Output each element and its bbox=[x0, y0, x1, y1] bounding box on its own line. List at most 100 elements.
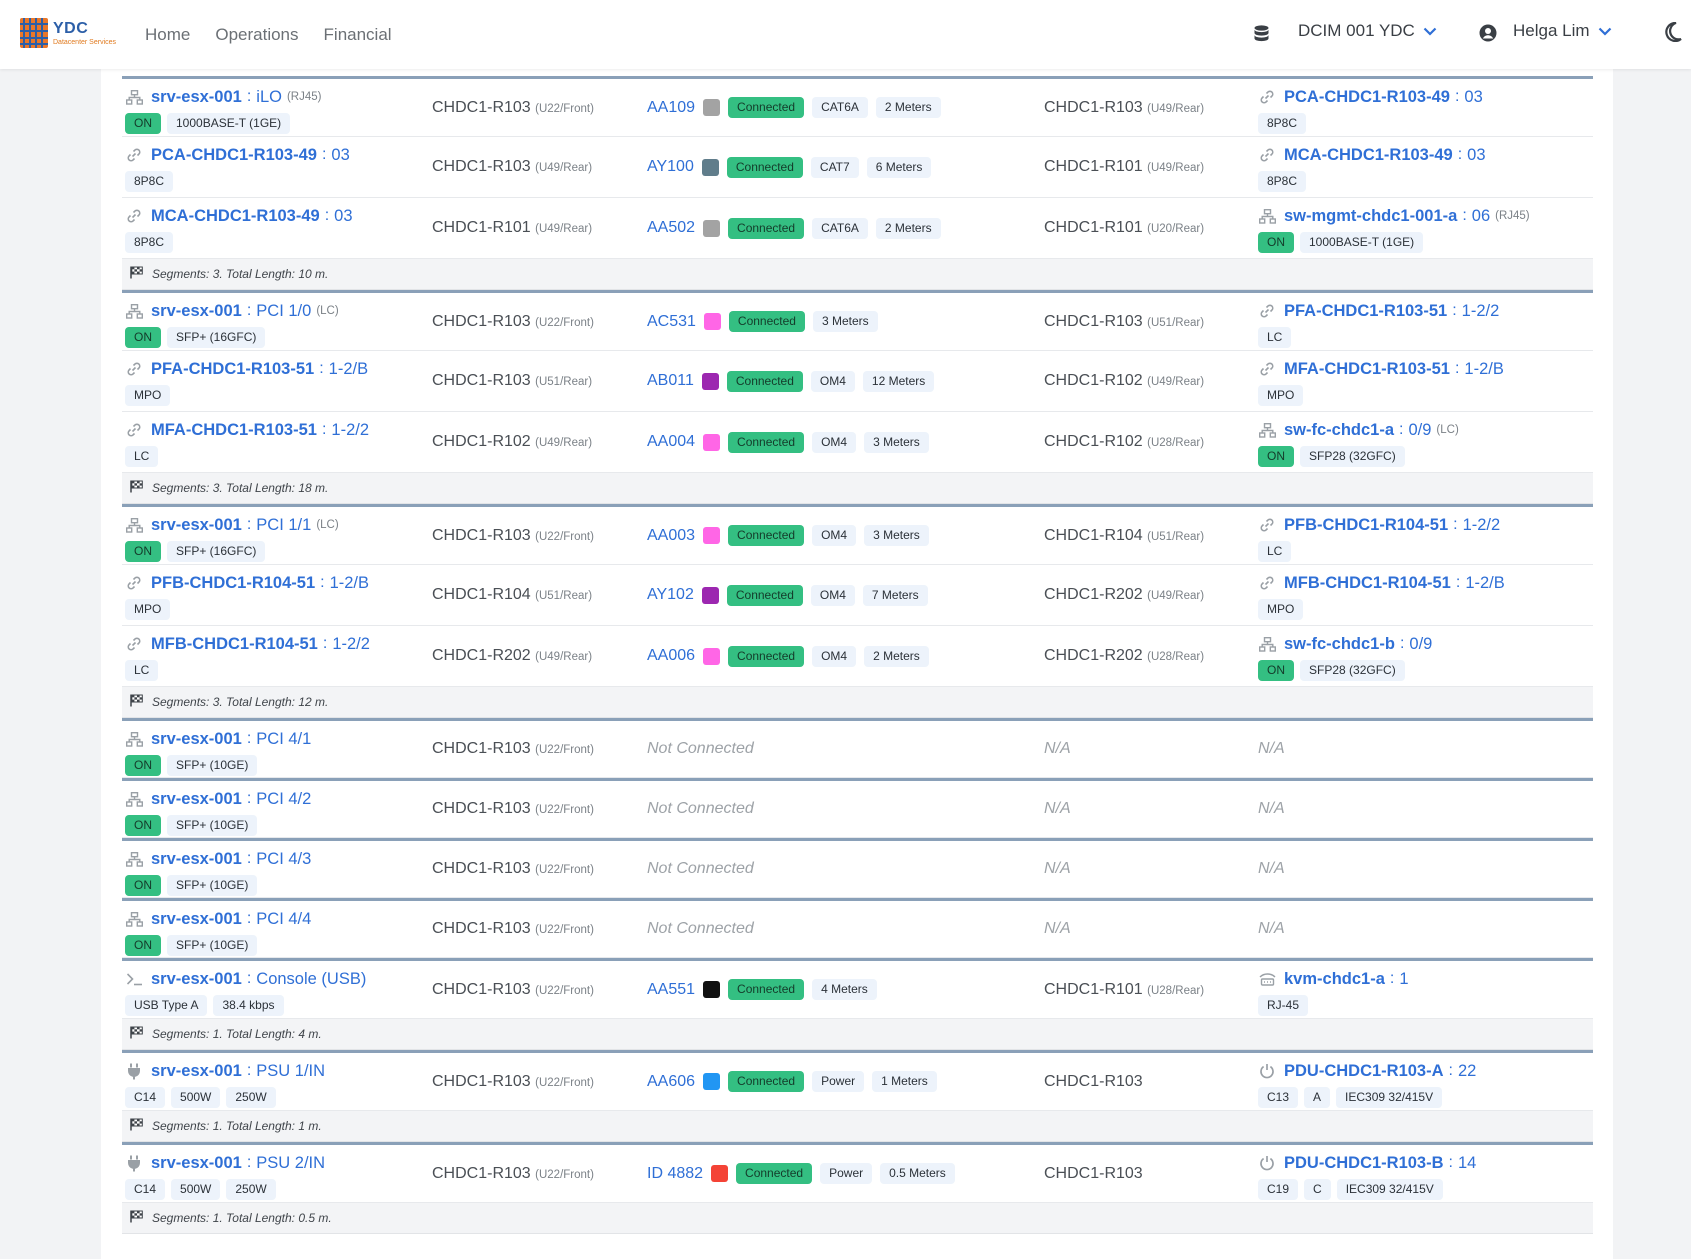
rack-location[interactable]: CHDC1-R103 (U51/Rear) bbox=[432, 372, 592, 390]
port-link[interactable]: PCI 1/1 bbox=[256, 516, 311, 535]
port-link[interactable]: 1-2/2 bbox=[332, 635, 370, 654]
device-link[interactable]: PFB-CHDC1-R104-51 bbox=[151, 574, 315, 593]
port-link[interactable]: 0/9 bbox=[1409, 635, 1432, 654]
cable-id-link[interactable]: AA004 bbox=[647, 433, 695, 451]
rack-location[interactable]: CHDC1-R104 (U51/Rear) bbox=[1044, 527, 1204, 545]
port-link[interactable]: 1-2/B bbox=[330, 574, 369, 593]
device-link[interactable]: srv-esx-001 bbox=[151, 910, 242, 929]
rack-location[interactable]: CHDC1-R102 (U49/Rear) bbox=[1044, 372, 1204, 390]
device-link[interactable]: PCA-CHDC1-R103-49 bbox=[151, 146, 317, 165]
device-link[interactable]: srv-esx-001 bbox=[151, 88, 242, 107]
rack-location[interactable]: CHDC1-R102 (U49/Rear) bbox=[432, 433, 592, 451]
device-link[interactable]: srv-esx-001 bbox=[151, 850, 242, 869]
port-link[interactable]: 1-2/B bbox=[1465, 574, 1504, 593]
device-link[interactable]: srv-esx-001 bbox=[151, 730, 242, 749]
rack-location[interactable]: CHDC1-R103 (U49/Rear) bbox=[1044, 99, 1204, 117]
device-link[interactable]: PCA-CHDC1-R103-49 bbox=[1284, 88, 1450, 107]
port-link[interactable]: iLO bbox=[256, 88, 282, 107]
rack-location[interactable]: CHDC1-R103 (U22/Front) bbox=[432, 981, 594, 999]
device-link[interactable]: PDU-CHDC1-R103-B bbox=[1284, 1154, 1444, 1173]
port-link[interactable]: 03 bbox=[1464, 88, 1482, 107]
rack-location[interactable]: CHDC1-R103 (U51/Rear) bbox=[1044, 313, 1204, 331]
cable-id-link[interactable]: AA109 bbox=[647, 99, 695, 117]
cable-id-link[interactable]: AA006 bbox=[647, 647, 695, 665]
device-link[interactable]: MFB-CHDC1-R104-51 bbox=[1284, 574, 1451, 593]
cable-id-link[interactable]: AY102 bbox=[647, 586, 694, 604]
cable-id-link[interactable]: AA502 bbox=[647, 219, 695, 237]
device-link[interactable]: MCA-CHDC1-R103-49 bbox=[151, 207, 320, 226]
cable-id-link[interactable]: AA606 bbox=[647, 1073, 695, 1091]
rack-location[interactable]: CHDC1-R103 (U22/Front) bbox=[432, 527, 594, 545]
rack-location[interactable]: CHDC1-R104 (U51/Rear) bbox=[432, 586, 592, 604]
rack-location[interactable]: CHDC1-R103 bbox=[1044, 1165, 1143, 1183]
cable-id-link[interactable]: ID 4882 bbox=[647, 1165, 703, 1183]
port-link[interactable]: 1-2/2 bbox=[1462, 302, 1500, 321]
port-link[interactable]: 14 bbox=[1458, 1154, 1476, 1173]
nav-home[interactable]: Home bbox=[145, 25, 190, 45]
rack-location[interactable]: CHDC1-R103 (U22/Front) bbox=[432, 740, 594, 758]
cable-id-link[interactable]: AA551 bbox=[647, 981, 695, 999]
rack-location[interactable]: CHDC1-R103 (U22/Front) bbox=[432, 1165, 594, 1183]
nav-financial[interactable]: Financial bbox=[324, 25, 392, 45]
rack-location[interactable]: CHDC1-R103 (U22/Front) bbox=[432, 920, 594, 938]
rack-location[interactable]: CHDC1-R202 (U49/Rear) bbox=[432, 647, 592, 665]
port-link[interactable]: PCI 1/0 bbox=[256, 302, 311, 321]
port-link[interactable]: PCI 4/3 bbox=[256, 850, 311, 869]
device-link[interactable]: PFA-CHDC1-R103-51 bbox=[1284, 302, 1447, 321]
device-link[interactable]: MFB-CHDC1-R104-51 bbox=[151, 635, 318, 654]
device-link[interactable]: srv-esx-001 bbox=[151, 302, 242, 321]
device-link[interactable]: PFA-CHDC1-R103-51 bbox=[151, 360, 314, 379]
port-link[interactable]: PCI 4/4 bbox=[256, 910, 311, 929]
brand-logo[interactable]: YDC Datacenter Services bbox=[20, 18, 116, 48]
cable-id-link[interactable]: AB011 bbox=[647, 372, 694, 390]
port-link[interactable]: 0/9 bbox=[1408, 421, 1431, 440]
rack-location[interactable]: CHDC1-R102 (U28/Rear) bbox=[1044, 433, 1204, 451]
port-link[interactable]: 22 bbox=[1458, 1062, 1476, 1081]
port-link[interactable]: 1-2/2 bbox=[1463, 516, 1501, 535]
device-link[interactable]: MFA-CHDC1-R103-51 bbox=[151, 421, 317, 440]
port-link[interactable]: 03 bbox=[331, 146, 349, 165]
port-link[interactable]: PCI 4/2 bbox=[256, 790, 311, 809]
device-link[interactable]: MCA-CHDC1-R103-49 bbox=[1284, 146, 1453, 165]
device-link[interactable]: srv-esx-001 bbox=[151, 1154, 242, 1173]
port-link[interactable]: Console (USB) bbox=[256, 970, 366, 989]
port-link[interactable]: PSU 1/IN bbox=[256, 1062, 325, 1081]
rack-location[interactable]: CHDC1-R103 (U22/Front) bbox=[432, 99, 594, 117]
port-link[interactable]: PSU 2/IN bbox=[256, 1154, 325, 1173]
nav-operations[interactable]: Operations bbox=[215, 25, 298, 45]
rack-location[interactable]: CHDC1-R202 (U49/Rear) bbox=[1044, 586, 1204, 604]
site-selector[interactable]: DCIM 001 YDC bbox=[1298, 21, 1437, 41]
device-link[interactable]: srv-esx-001 bbox=[151, 790, 242, 809]
device-link[interactable]: srv-esx-001 bbox=[151, 1062, 242, 1081]
device-link[interactable]: kvm-chdc1-a bbox=[1284, 970, 1385, 989]
rack-location[interactable]: CHDC1-R101 (U49/Rear) bbox=[1044, 158, 1204, 176]
rack-location[interactable]: CHDC1-R103 (U22/Front) bbox=[432, 1073, 594, 1091]
device-link[interactable]: MFA-CHDC1-R103-51 bbox=[1284, 360, 1450, 379]
port-link[interactable]: 1-2/B bbox=[329, 360, 368, 379]
device-link[interactable]: srv-esx-001 bbox=[151, 516, 242, 535]
dark-mode-toggle-icon[interactable] bbox=[1664, 21, 1682, 47]
rack-location[interactable]: CHDC1-R202 (U28/Rear) bbox=[1044, 647, 1204, 665]
device-link[interactable]: PDU-CHDC1-R103-A bbox=[1284, 1062, 1444, 1081]
port-link[interactable]: 06 bbox=[1472, 207, 1490, 226]
cable-id-link[interactable]: AY100 bbox=[647, 158, 694, 176]
rack-location[interactable]: CHDC1-R103 (U22/Front) bbox=[432, 313, 594, 331]
user-menu[interactable]: Helga Lim bbox=[1513, 21, 1612, 41]
rack-location[interactable]: CHDC1-R101 (U28/Rear) bbox=[1044, 981, 1204, 999]
device-link[interactable]: sw-fc-chdc1-a bbox=[1284, 421, 1394, 440]
rack-location[interactable]: CHDC1-R103 bbox=[1044, 1073, 1143, 1091]
port-link[interactable]: 03 bbox=[1467, 146, 1485, 165]
port-link[interactable]: 1-2/2 bbox=[331, 421, 369, 440]
rack-location[interactable]: CHDC1-R101 (U49/Rear) bbox=[432, 219, 592, 237]
cable-id-link[interactable]: AC531 bbox=[647, 313, 696, 331]
rack-location[interactable]: CHDC1-R103 (U49/Rear) bbox=[432, 158, 592, 176]
port-link[interactable]: PCI 4/1 bbox=[256, 730, 311, 749]
port-link[interactable]: 1 bbox=[1399, 970, 1408, 989]
port-link[interactable]: 1-2/B bbox=[1464, 360, 1503, 379]
rack-location[interactable]: CHDC1-R103 (U22/Front) bbox=[432, 800, 594, 818]
device-link[interactable]: sw-mgmt-chdc1-001-a bbox=[1284, 207, 1457, 226]
cable-id-link[interactable]: AA003 bbox=[647, 527, 695, 545]
device-link[interactable]: sw-fc-chdc1-b bbox=[1284, 635, 1395, 654]
rack-location[interactable]: CHDC1-R101 (U20/Rear) bbox=[1044, 219, 1204, 237]
device-link[interactable]: srv-esx-001 bbox=[151, 970, 242, 989]
